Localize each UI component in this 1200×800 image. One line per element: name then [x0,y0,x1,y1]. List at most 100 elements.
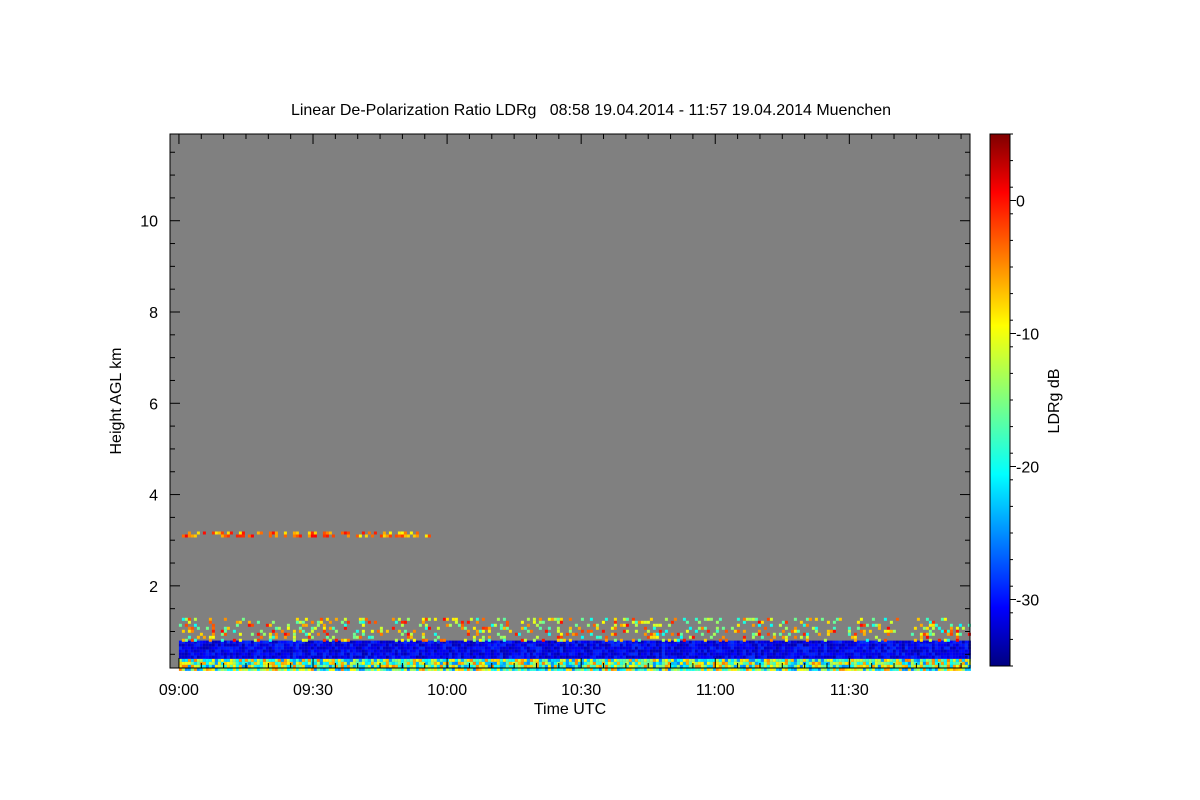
heatmap-cell [700,658,704,662]
heatmap-cell [454,640,458,644]
heatmap-cell [700,626,704,630]
heatmap-cell [343,655,347,659]
heatmap-cell [805,638,809,642]
heatmap-cell [859,658,863,662]
heatmap-cell [418,623,422,627]
heatmap-cell [856,664,860,668]
heatmap-cell [763,655,767,659]
heatmap-cell [298,661,302,665]
heatmap-cell [178,649,182,653]
heatmap-cell [565,640,569,644]
heatmap-cell [391,652,395,656]
heatmap-cell [766,652,770,656]
heatmap-cell [454,655,458,659]
heatmap-cell [451,640,455,644]
heatmap-cell [481,643,485,647]
heatmap-cell [223,658,227,662]
heatmap-cell [448,643,452,647]
heatmap-cell [514,640,518,644]
heatmap-cell [361,655,365,659]
heatmap-cell [604,635,608,639]
heatmap-cell [331,626,335,630]
heatmap-cell [289,643,293,647]
heatmap-cell [814,629,818,633]
heatmap-cell [832,658,836,662]
heatmap-cell [280,649,284,653]
heatmap-cell [877,626,881,630]
heatmap-cell [448,649,452,653]
heatmap-cell [871,661,875,665]
heatmap-cell [793,646,797,650]
heatmap-cell [787,640,791,644]
heatmap-cell [340,620,344,624]
heatmap-cell [340,646,344,650]
heatmap-cell [880,658,884,662]
heatmap-cell [931,646,935,650]
heatmap-cell [469,643,473,647]
heatmap-cell [748,652,752,656]
heatmap-cell [538,649,542,653]
heatmap-cell [385,661,389,665]
heatmap-cell [460,626,464,630]
heatmap-cell [361,643,365,647]
heatmap-cell [610,646,614,650]
heatmap-cell [826,640,830,644]
heatmap-cell [289,649,293,653]
heatmap-cell [775,649,779,653]
heatmap-cell [256,661,260,665]
heatmap-cell [565,655,569,659]
heatmap-cell [919,664,923,668]
heatmap-cell [223,643,227,647]
heatmap-cell [493,623,497,627]
heatmap-cell [352,655,356,659]
heatmap-cell [217,643,221,647]
heatmap-cell [409,640,413,644]
heatmap-cell [403,643,407,647]
heatmap-cell [364,640,368,644]
heatmap-cell [319,640,323,644]
heatmap-cell [907,658,911,662]
heatmap-cell [922,643,926,647]
heatmap-cell [790,652,794,656]
heatmap-cell [298,626,302,630]
heatmap-cell [637,620,641,624]
heatmap-cell [661,661,665,665]
heatmap-cell [262,664,266,668]
heatmap-cell [586,661,590,665]
heatmap-cell [790,646,794,650]
heatmap-cell [868,655,872,659]
heatmap-cell [754,646,758,650]
heatmap-cell [199,649,203,653]
heatmap-cell [541,649,545,653]
heatmap-cell [577,646,581,650]
heatmap-cell [814,626,818,630]
heatmap-cell [763,661,767,665]
heatmap-cell [883,658,887,662]
heatmap-cell [340,658,344,662]
heatmap-cell [871,664,875,668]
heatmap-cell [571,640,575,644]
heatmap-cell [403,649,407,653]
heatmap-cell [850,664,854,668]
heatmap-cell [532,638,536,642]
heatmap-cell [304,646,308,650]
heatmap-cell [304,655,308,659]
heatmap-cell [337,652,341,656]
heatmap-cell [568,646,572,650]
heatmap-cell [343,658,347,662]
heatmap-cell [466,652,470,656]
heatmap-cell [319,652,323,656]
heatmap-cell [826,620,830,624]
heatmap-cell [376,661,380,665]
heatmap-cell [382,658,386,662]
heatmap-cell [382,640,386,644]
heatmap-cell [676,643,680,647]
heatmap-cell [607,643,611,647]
heatmap-cell [937,649,941,653]
heatmap-cell [814,617,818,621]
heatmap-cell [247,640,251,644]
heatmap-cell [232,649,236,653]
heatmap-cell [244,655,248,659]
heatmap-cell [562,661,566,665]
heatmap-cell [415,531,419,535]
